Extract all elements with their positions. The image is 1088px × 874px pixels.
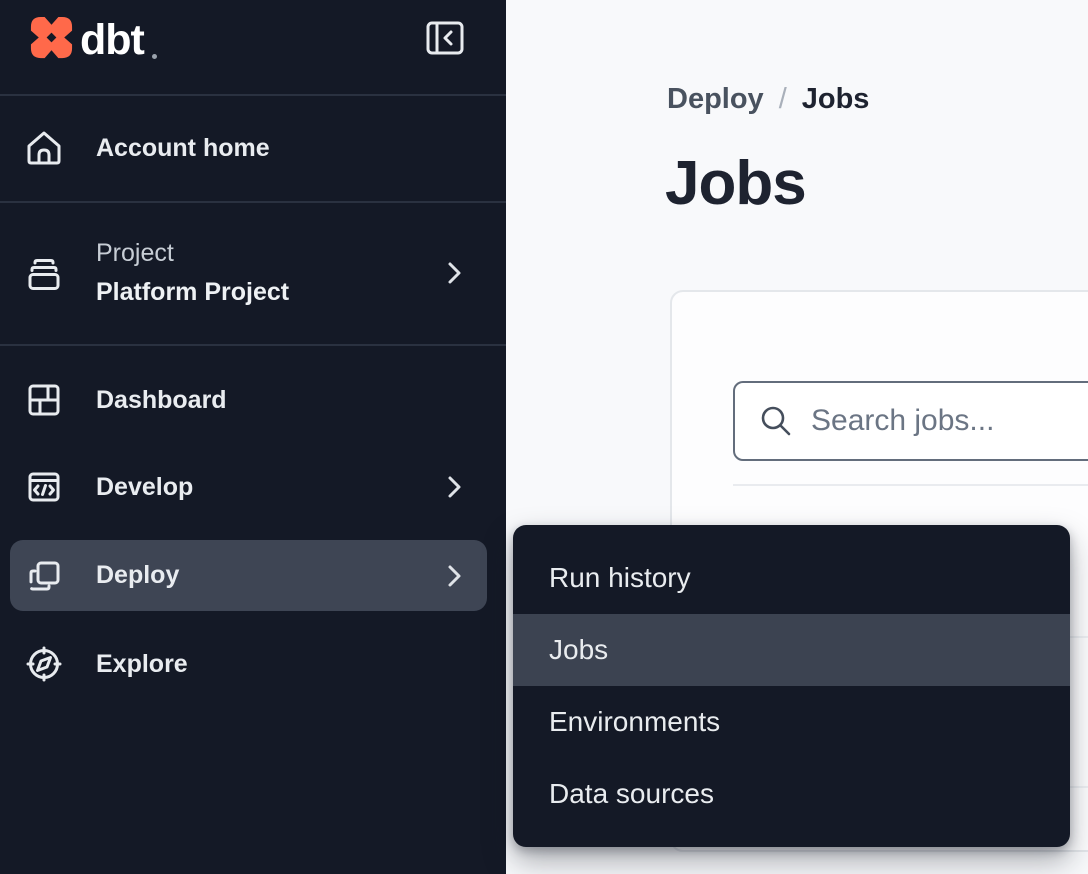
develop-code-window-icon [24,467,64,507]
dbt-logo-icon [28,14,75,61]
search-jobs-input[interactable] [811,404,1088,438]
project-name: Platform Project [96,273,289,312]
sidebar-item-account-home[interactable]: Account home [0,95,506,201]
breadcrumb-current: Jobs [802,83,870,116]
sidebar-item-deploy[interactable]: Deploy [10,540,487,611]
sidebar-item-label: Dashboard [96,386,227,415]
chevron-right-icon [447,260,463,286]
project-stack-icon [24,253,64,293]
sidebar: dbt Account home [0,0,506,874]
dbt-wordmark: dbt [80,16,144,65]
collapse-sidebar-button[interactable] [426,21,464,55]
project-label: Project [96,234,289,273]
search-icon [759,404,793,438]
sidebar-item-project[interactable]: Project Platform Project [0,202,506,344]
menu-item-jobs[interactable]: Jobs [513,614,1070,686]
sidebar-item-explore[interactable]: Explore [0,620,506,708]
chevron-right-icon [447,563,463,589]
search-jobs-field[interactable] [733,381,1088,461]
sidebar-item-label: Deploy [96,561,179,590]
breadcrumb-separator: / [779,83,787,116]
sidebar-item-dashboard[interactable]: Dashboard [0,356,506,444]
sidebar-item-develop[interactable]: Develop [0,443,506,531]
explore-compass-icon [24,644,64,684]
chevron-right-icon [447,474,463,500]
breadcrumb-deploy-link[interactable]: Deploy [667,83,764,116]
menu-item-run-history[interactable]: Run history [513,542,1070,614]
home-icon [24,128,64,168]
logo-trademark-dot [152,54,157,59]
collapse-sidebar-icon [426,21,464,55]
menu-item-environments[interactable]: Environments [513,686,1070,758]
sidebar-item-label: Explore [96,650,188,679]
sidebar-item-label: Develop [96,473,193,502]
dashboard-icon [24,380,64,420]
deploy-squares-icon [24,556,64,596]
sidebar-item-label: Account home [96,134,270,163]
sidebar-divider [0,344,506,346]
deploy-submenu: Run history Jobs Environments Data sourc… [513,525,1070,847]
breadcrumb: Deploy / Jobs [667,83,869,116]
menu-item-data-sources[interactable]: Data sources [513,758,1070,830]
sidebar-logo-row: dbt [0,0,506,94]
page-title: Jobs [665,148,806,219]
app-window: dbt Account home [0,0,1088,874]
project-text: Project Platform Project [96,234,289,312]
card-divider [733,484,1088,486]
